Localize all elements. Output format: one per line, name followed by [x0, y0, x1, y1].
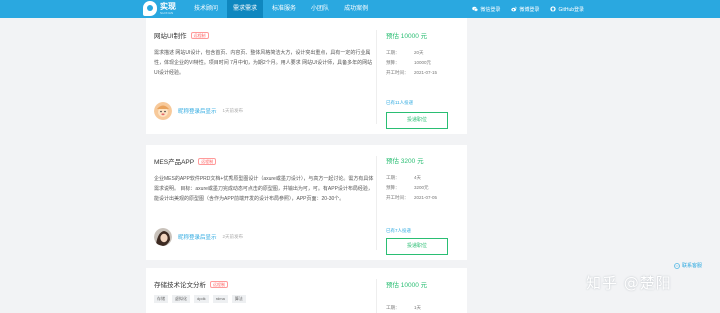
job-description: 需求描述 网站UI设计，包含首页、内容页、整体风格简洁大方，设计突出重点，具有一… [154, 50, 373, 76]
job-title[interactable]: 网站UI制作 [154, 30, 187, 40]
job-title[interactable]: MES产品APP [154, 156, 194, 166]
github-login-button[interactable]: GitHub登录 [550, 6, 584, 13]
wechat-login-button[interactable]: 微信登录 [472, 6, 500, 13]
job-card: 存储技术论文分析 远程制 存储 虚拟化 dpdk rdma 算法 预估 1000… [146, 268, 467, 313]
logo-text: 实现 [160, 1, 176, 11]
estimated-price: 预估 10000 元 [386, 33, 428, 40]
remote-tag: 远程制 [210, 280, 228, 288]
github-login-label: GitHub登录 [558, 6, 584, 13]
estimated-price: 预估 10000 元 [386, 282, 428, 289]
avatar[interactable] [154, 228, 172, 246]
main-nav: 技术顾问 需求需求 标准服务 小团队 成功案例 [188, 0, 377, 18]
weibo-login-button[interactable]: 微博登录 [511, 6, 539, 13]
remote-tag: 远程制 [198, 157, 217, 165]
job-card: 网站UI制作 远程制 需求描述 网站UI设计，包含首页、内容页、整体风格简洁大方… [146, 18, 467, 134]
wechat-icon [472, 6, 479, 12]
job-description: 企业MES的APP软件PRD文档+优秀原型图设计（axure或墨刀设计），与高方… [154, 176, 374, 202]
nav-item-tech-advisor[interactable]: 技术顾问 [188, 0, 224, 18]
skill-tag: 存储 [154, 295, 168, 303]
start-date-row: 开工时间： 2021-07-05 [386, 195, 438, 200]
applicant-count: 已有11人投递 [386, 100, 414, 105]
start-date-row: 开工时间： 2021-07-15 [386, 70, 438, 75]
contact-support-button[interactable]: 联系客服 [674, 262, 702, 269]
zhihu-watermark: 知乎 @楚阳 [586, 274, 672, 292]
remote-tag: 远程制 [190, 31, 209, 39]
site-logo[interactable]: 实现 SHIXIAN [143, 1, 176, 16]
publish-time: 2天前发布 [222, 234, 244, 239]
job-title[interactable]: 存储技术论文分析 [154, 279, 206, 289]
applicant-count: 已有7人投递 [386, 228, 412, 233]
estimated-price: 预估 3200 元 [386, 158, 424, 165]
skill-tag: 虚拟化 [172, 295, 190, 303]
contact-support-label: 联系客服 [682, 263, 703, 269]
apply-button[interactable]: 投递职位 [386, 238, 448, 255]
nav-item-small-team[interactable]: 小团队 [305, 0, 335, 18]
login-options: 微信登录 微博登录 GitHub登录 [461, 0, 584, 18]
skill-tag: dpdk [194, 295, 209, 303]
skill-tags: 存储 虚拟化 dpdk rdma 算法 [154, 295, 374, 303]
publisher-name[interactable]: 昵称登录后显示 [178, 107, 217, 115]
github-icon [550, 6, 557, 12]
logo-subtext: SHIXIAN [160, 10, 174, 15]
nav-item-standard-services[interactable]: 标准服务 [266, 0, 302, 18]
wechat-login-label: 微信登录 [480, 6, 501, 13]
job-card: MES产品APP 远程制 企业MES的APP软件PRD文档+优秀原型图设计（ax… [146, 145, 467, 260]
publisher-name[interactable]: 昵称登录后显示 [178, 233, 217, 241]
duration-row: 工期： 20天 [386, 50, 424, 55]
logo-icon [143, 1, 157, 16]
nav-item-success-cases[interactable]: 成功案例 [338, 0, 374, 18]
chat-bubble-icon [674, 262, 680, 269]
divider [376, 156, 377, 250]
weibo-login-label: 微博登录 [519, 6, 540, 13]
weibo-icon [511, 6, 518, 12]
budget-row: 预算： 3200元 [386, 185, 429, 190]
divider [376, 279, 377, 313]
divider [376, 30, 377, 124]
skill-tag: rdma [212, 295, 228, 303]
avatar[interactable] [154, 102, 172, 120]
nav-item-requirements[interactable]: 需求需求 [227, 0, 264, 18]
publish-time: 1天前发布 [222, 108, 244, 113]
skill-tag: 算法 [231, 295, 246, 303]
apply-button[interactable]: 投递职位 [386, 112, 448, 129]
duration-row: 工期： 1天 [386, 305, 422, 310]
duration-row: 工期： 4天 [386, 175, 422, 180]
budget-row: 预算： 10000元 [386, 60, 432, 65]
top-navbar: 实现 SHIXIAN 技术顾问 需求需求 标准服务 小团队 成功案例 微信登录 … [0, 0, 720, 18]
